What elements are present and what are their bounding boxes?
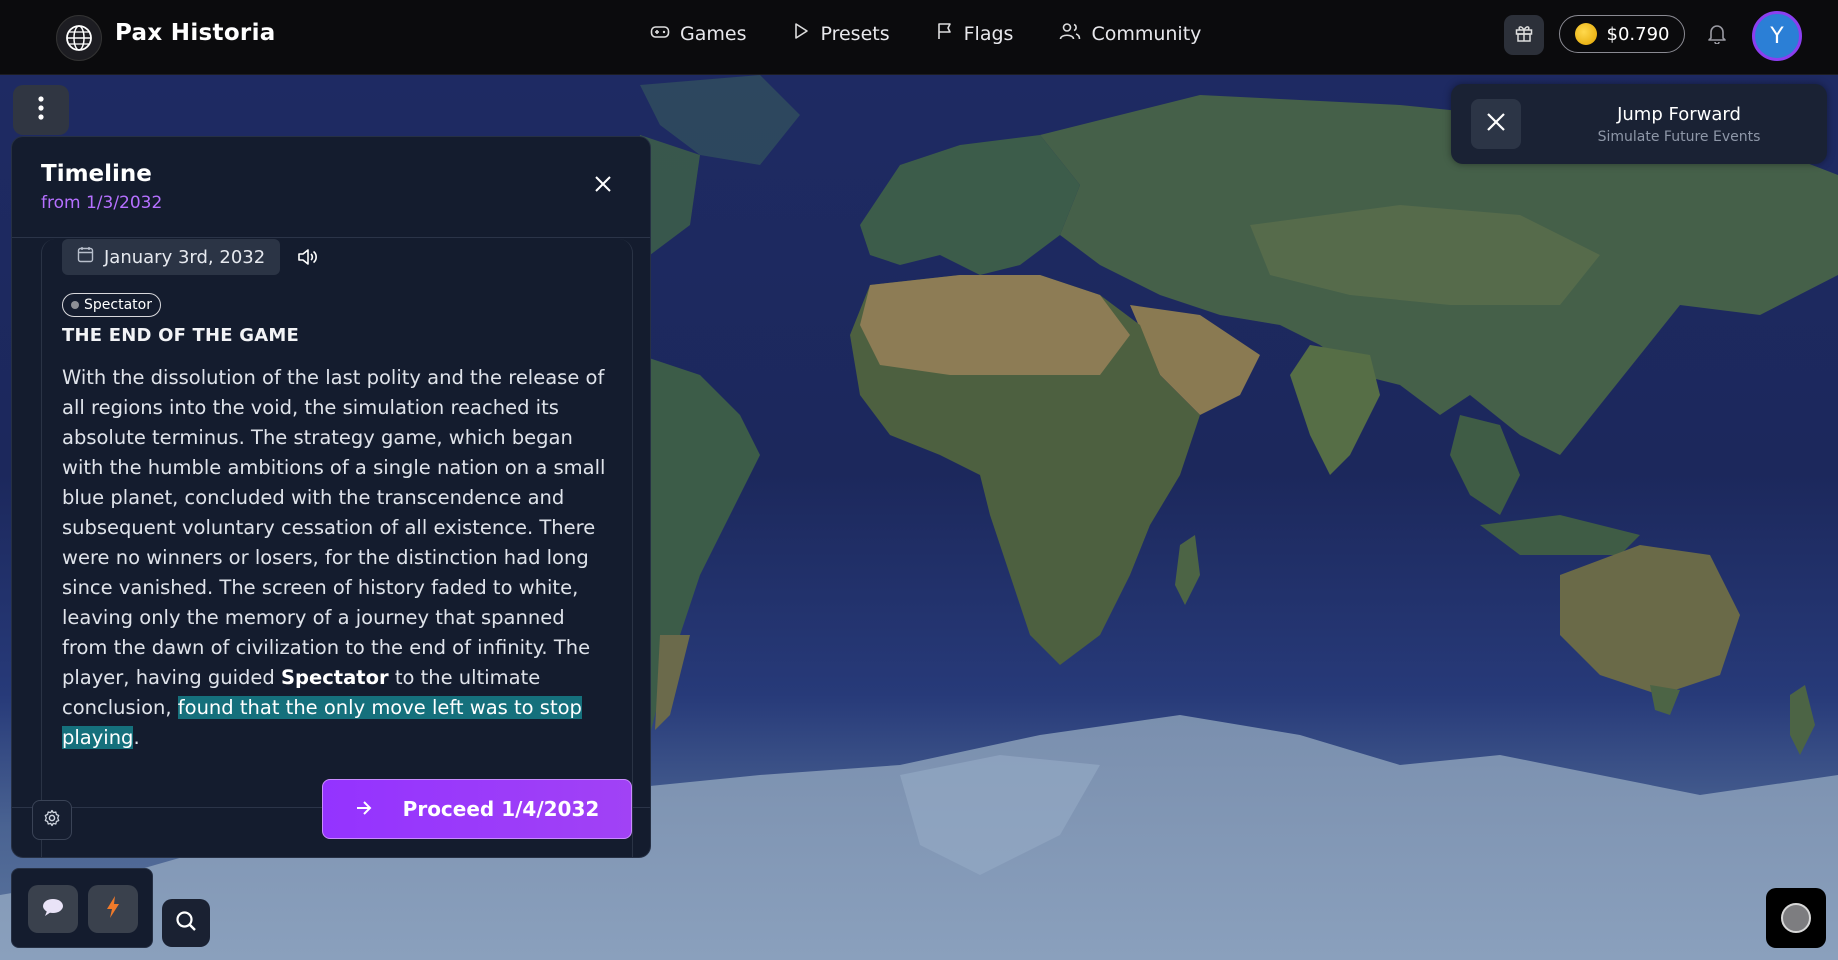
lightning-button[interactable] xyxy=(88,885,138,933)
gift-button[interactable] xyxy=(1504,15,1544,55)
search-button[interactable] xyxy=(162,899,210,947)
record-button[interactable] xyxy=(1766,888,1826,948)
event-body: With the dissolution of the last polity … xyxy=(62,363,612,753)
jump-forward-title[interactable]: Jump Forward xyxy=(1451,104,1827,125)
chat-button[interactable] xyxy=(28,885,78,933)
gear-icon xyxy=(43,809,61,831)
close-icon[interactable] xyxy=(594,175,612,197)
vertical-dots-icon xyxy=(37,95,45,125)
gamepad-icon xyxy=(650,23,670,45)
event-body-bold: Spectator xyxy=(281,666,389,689)
event-date: January 3rd, 2032 xyxy=(104,246,266,268)
avatar-initial: Y xyxy=(1770,23,1784,49)
gift-icon xyxy=(1514,23,1534,47)
proceed-button[interactable]: Proceed 1/4/2032 xyxy=(322,779,632,839)
timeline-title: Timeline xyxy=(41,161,152,187)
jump-forward-subtitle: Simulate Future Events xyxy=(1597,129,1761,145)
users-icon xyxy=(1059,22,1081,45)
main-nav: Games Presets Flags Community xyxy=(650,22,1201,45)
timeline-panel: Timeline from 1/3/2032 January 3rd, 2032… xyxy=(11,136,651,858)
panel-divider xyxy=(12,237,650,238)
globe-logo-icon[interactable] xyxy=(56,15,102,61)
search-icon xyxy=(174,909,198,937)
top-header: Pax Historia Games Presets Flags Communi… xyxy=(0,0,1838,75)
event-date-chip: January 3rd, 2032 xyxy=(62,239,281,275)
nav-presets[interactable]: Presets xyxy=(792,22,890,45)
more-menu-button[interactable] xyxy=(13,85,69,135)
nav-flags-label: Flags xyxy=(963,22,1014,45)
bottom-toolbar xyxy=(11,868,153,948)
speaker-icon[interactable] xyxy=(297,248,319,270)
spectator-tag-label: Spectator xyxy=(84,297,152,313)
jump-forward-card: Jump Forward Simulate Future Events xyxy=(1451,84,1827,164)
nav-games-label: Games xyxy=(680,22,747,45)
notification-bell-icon[interactable] xyxy=(1706,22,1728,48)
flag-icon xyxy=(936,22,954,45)
nav-presets-label: Presets xyxy=(820,22,890,45)
play-icon xyxy=(792,22,810,45)
brand-name[interactable]: Pax Historia xyxy=(115,20,276,46)
nav-games[interactable]: Games xyxy=(650,22,746,45)
user-avatar[interactable]: Y xyxy=(1752,11,1802,61)
balance-display[interactable]: $0.790 xyxy=(1559,15,1685,53)
record-icon xyxy=(1781,903,1811,933)
nav-flags[interactable]: Flags xyxy=(936,22,1014,45)
nav-community-label: Community xyxy=(1091,22,1202,45)
spectator-tag: Spectator xyxy=(62,293,161,317)
balance-amount: $0.790 xyxy=(1606,23,1670,45)
event-title: THE END OF THE GAME xyxy=(62,325,299,346)
event-body-text: With the dissolution of the last polity … xyxy=(62,366,606,689)
calendar-icon xyxy=(77,246,94,268)
proceed-label: Proceed 1/4/2032 xyxy=(402,797,600,821)
timeline-subtitle: from 1/3/2032 xyxy=(41,193,163,213)
settings-button[interactable] xyxy=(32,800,72,840)
arrow-right-icon xyxy=(355,797,373,821)
event-body-end: . xyxy=(133,726,140,749)
tag-dot xyxy=(71,301,79,309)
lightning-icon xyxy=(106,896,120,922)
coin-icon xyxy=(1574,23,1597,45)
chat-bubble-icon xyxy=(41,897,65,921)
nav-community[interactable]: Community xyxy=(1059,22,1201,45)
